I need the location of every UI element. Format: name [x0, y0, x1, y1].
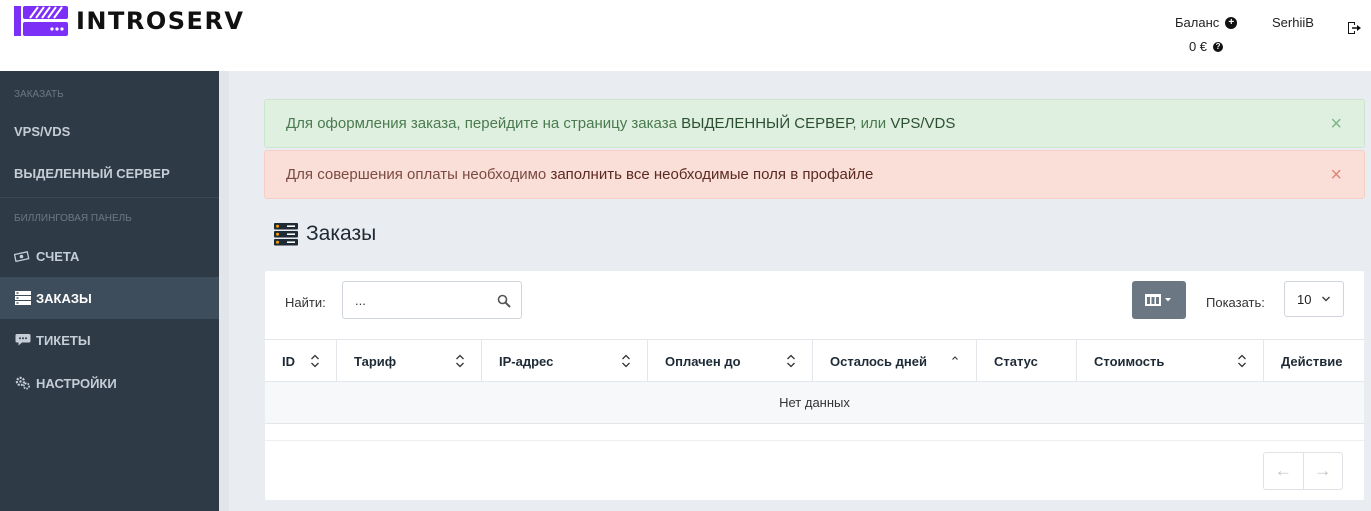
sort-asc-icon — [952, 356, 958, 360]
next-page-button[interactable]: → — [1304, 453, 1343, 489]
sidebar-item-orders[interactable]: ЗАКАЗЫ — [0, 277, 219, 319]
sidebar-item-invoices[interactable]: СЧЕТА — [0, 235, 219, 277]
sidebar-item-label: НАСТРОЙКИ — [36, 375, 117, 391]
columns-icon — [1145, 294, 1171, 306]
sort-icon — [787, 354, 795, 368]
chevron-down-icon — [1321, 296, 1331, 302]
alert-profile-required: Для совершения оплаты необходимо заполни… — [264, 150, 1365, 199]
column-header-label: Действие — [1281, 353, 1343, 369]
chat-icon — [14, 333, 31, 347]
alert-text-prefix: Для совершения оплаты необходимо — [286, 166, 551, 183]
close-icon[interactable]: × — [1330, 165, 1342, 185]
balance-label: Баланс — [1175, 15, 1220, 30]
sort-icon — [622, 354, 630, 368]
sidebar-section-order: ЗАКАЗАТЬ — [14, 89, 64, 100]
brand-logo[interactable]: INTROSERV — [14, 5, 245, 37]
column-header-status: Статус — [977, 340, 1077, 382]
sort-icon — [311, 354, 319, 368]
column-header-ip[interactable]: IP-адрес — [482, 340, 648, 382]
content-edge — [219, 71, 229, 511]
username-link[interactable]: SerhiiB — [1272, 15, 1314, 30]
column-header-label: Тариф — [354, 353, 397, 369]
column-header-days-left[interactable]: Осталось дней — [813, 340, 977, 382]
column-header-tariff[interactable]: Тариф — [337, 340, 482, 382]
gears-icon — [14, 376, 31, 390]
page-title-text: Заказы — [306, 222, 377, 245]
alert-text: Для оформления заказа, перейдите на стра… — [286, 115, 955, 132]
alert-text-mid: , или — [852, 115, 891, 132]
alert-order-info: Для оформления заказа, перейдите на стра… — [264, 99, 1365, 148]
question-circle-icon[interactable]: ? — [1213, 41, 1224, 52]
sidebar-item-label: СЧЕТА — [36, 248, 80, 264]
column-header-paid-until[interactable]: Оплачен до — [648, 340, 813, 382]
column-header-action: Действие — [1264, 340, 1364, 382]
brand-logo-icon — [14, 6, 68, 36]
empty-text: Нет данных — [779, 395, 850, 410]
balance-widget: Баланс + 0 € ? — [1175, 15, 1247, 54]
column-header-label: IP-адрес — [499, 353, 554, 369]
link-vps-vds[interactable]: VPS/VDS — [890, 115, 955, 132]
prev-page-button[interactable]: ← — [1264, 453, 1304, 489]
sidebar-item-settings[interactable]: НАСТРОЙКИ — [0, 362, 219, 404]
pagination: ← → — [1263, 452, 1343, 490]
alert-text: Для совершения оплаты необходимо заполни… — [286, 166, 873, 183]
search-icon — [497, 294, 511, 308]
table-empty-row: Нет данных — [265, 382, 1364, 424]
column-header-label: Стоимость — [1094, 353, 1165, 369]
page-size-value: 10 — [1297, 291, 1312, 307]
search-input[interactable]: ... — [342, 281, 522, 319]
search-label: Найти: — [285, 295, 326, 310]
sidebar-item-label: ЗАКАЗЫ — [36, 290, 92, 306]
column-visibility-button[interactable] — [1132, 281, 1186, 319]
link-fill-profile[interactable]: заполнить все необходимые поля в профайл… — [550, 166, 873, 183]
close-icon[interactable]: × — [1330, 114, 1342, 134]
plus-circle-icon[interactable]: + — [1225, 16, 1238, 29]
sidebar-item-tickets[interactable]: ТИКЕТЫ — [0, 319, 219, 361]
orders-panel: Найти: ... Показать: 10 ID Тариф IP-адре… — [265, 271, 1364, 500]
column-header-cost[interactable]: Стоимость — [1077, 340, 1264, 382]
column-header-label: Оплачен до — [665, 353, 741, 369]
page-size-label: Показать: — [1206, 295, 1265, 310]
sidebar-item-label: ТИКЕТЫ — [36, 332, 91, 348]
sidebar-item-dedicated-server[interactable]: ВЫДЕЛЕННЫЙ СЕРВЕР — [0, 152, 219, 194]
top-header: INTROSERV Баланс + 0 € ? SerhiiB — [0, 0, 1371, 71]
sidebar-item-label: VPS/VDS — [14, 123, 71, 139]
sidebar-item-vps[interactable]: VPS/VDS — [0, 110, 219, 152]
sidebar: ЗАКАЗАТЬ VPS/VDS ВЫДЕЛЕННЫЙ СЕРВЕР БИЛЛИ… — [0, 71, 219, 511]
balance-value: 0 € — [1188, 39, 1208, 54]
search-input-value: ... — [355, 292, 366, 308]
sort-icon — [1238, 354, 1246, 368]
alert-text-prefix: Для оформления заказа, перейдите на стра… — [286, 115, 682, 132]
page-title: Заказы — [274, 222, 376, 246]
sidebar-section-billing: БИЛЛИНГОВАЯ ПАНЕЛЬ — [14, 213, 132, 224]
column-header-label: ID — [282, 353, 295, 369]
panel-divider — [265, 440, 1364, 441]
brand-name: INTROSERV — [76, 7, 245, 35]
column-header-label: Статус — [994, 353, 1038, 369]
page-size-select[interactable]: 10 — [1284, 281, 1344, 317]
logout-icon[interactable] — [1346, 20, 1362, 36]
money-icon — [14, 249, 31, 263]
table-header: ID Тариф IP-адрес Оплачен до Осталось дн… — [265, 339, 1364, 382]
sidebar-divider — [0, 197, 219, 198]
server-list-icon — [274, 223, 298, 246]
column-header-label: Осталось дней — [830, 353, 927, 369]
link-dedicated-server[interactable]: ВЫДЕЛЕННЫЙ СЕРВЕР — [681, 115, 852, 132]
server-list-icon — [14, 291, 31, 305]
sort-icon — [456, 354, 464, 368]
sidebar-item-label: ВЫДЕЛЕННЫЙ СЕРВЕР — [14, 165, 170, 181]
column-header-id[interactable]: ID — [265, 340, 337, 382]
